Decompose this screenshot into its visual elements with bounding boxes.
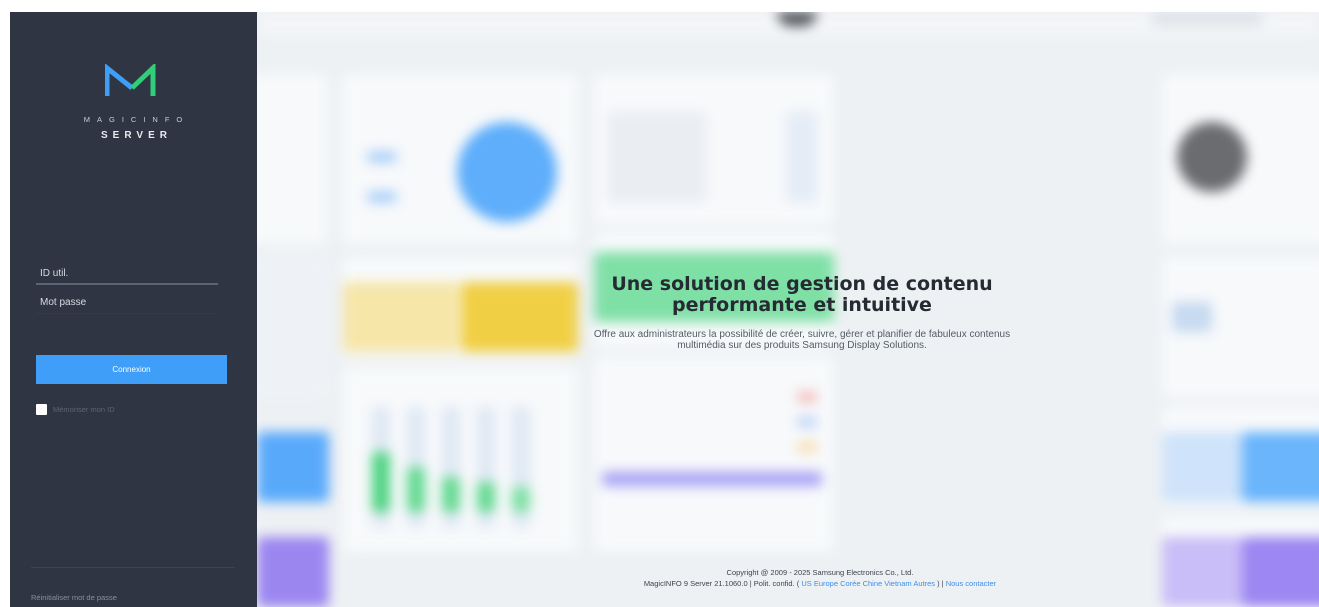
hero-subtitle: Offre aux administrateurs la possibilité… <box>593 329 1011 351</box>
hero-title: Une solution de gestion de contenu perfo… <box>611 273 993 316</box>
password-input[interactable]: Mot passe <box>36 292 218 314</box>
reset-password-link[interactable]: Réinitialiser mot de passe <box>31 593 117 602</box>
remember-id-option[interactable]: Mémoriser mon ID <box>36 404 115 415</box>
version-text: MagicINFO 9 Server 21.1060.0 <box>643 579 748 588</box>
contact-link[interactable]: Nous contacter <box>946 579 996 588</box>
magicinfo-logo-icon <box>105 64 156 96</box>
remember-id-label: Mémoriser mon ID <box>53 405 115 414</box>
brand-name-top: MAGICINFO <box>83 115 190 124</box>
remember-id-checkbox[interactable] <box>36 404 47 415</box>
footer: Copyright @ 2009 - 2025 Samsung Electron… <box>520 567 1120 589</box>
brand-name-bottom: SERVER <box>101 130 172 141</box>
copyright-text: Copyright @ 2009 - 2025 Samsung Electron… <box>726 568 914 577</box>
login-screen: Une solution de gestion de contenu perfo… <box>0 0 1319 607</box>
login-button[interactable]: Connexion <box>36 355 227 384</box>
panel-divider <box>31 567 235 568</box>
region-links[interactable]: US Europe Corée Chine Vietnam Autres <box>801 579 935 588</box>
user-id-input[interactable]: ID util. <box>36 263 218 285</box>
login-panel: MAGICINFO SERVER ID util. Mot passe Conn… <box>10 12 257 607</box>
footer-links-line: MagicINFO 9 Server 21.1060.0 | Polit. co… <box>643 579 997 588</box>
privacy-policy-link[interactable]: Polit. confid. <box>754 579 795 588</box>
